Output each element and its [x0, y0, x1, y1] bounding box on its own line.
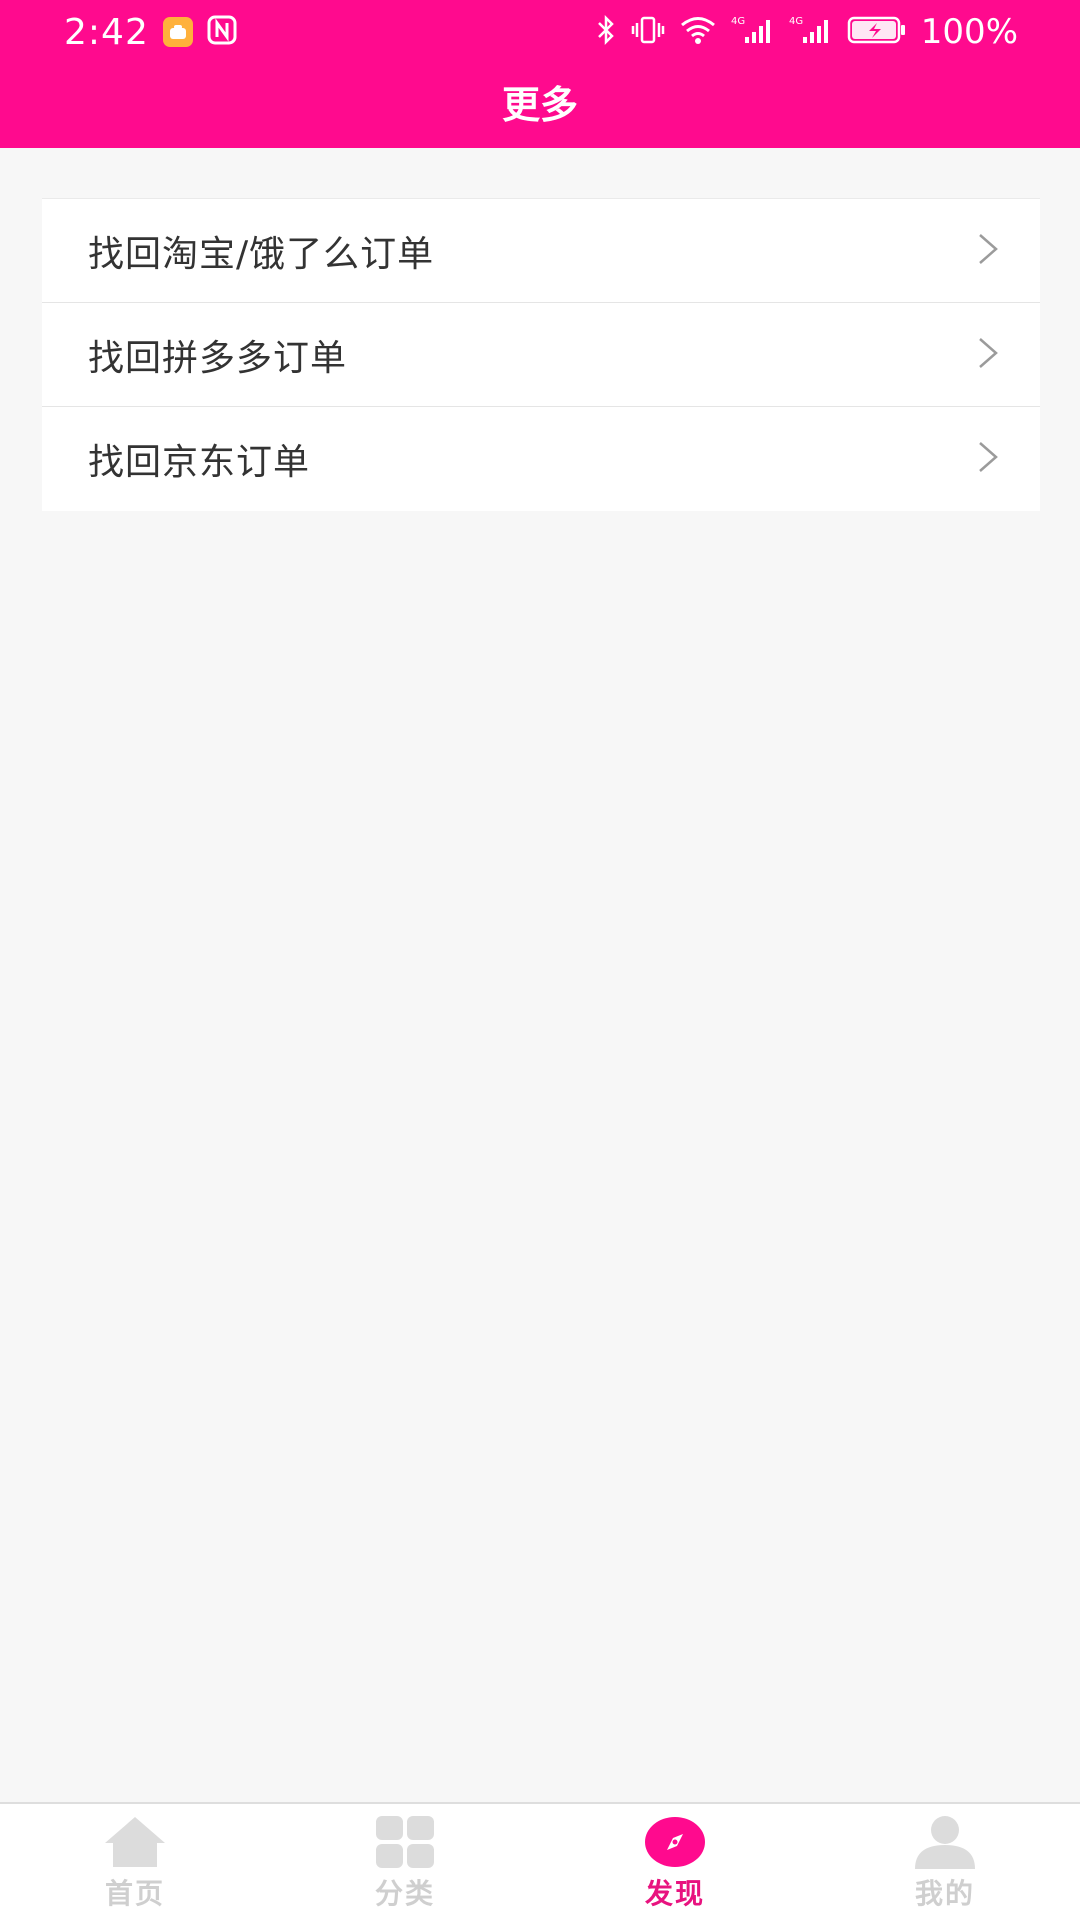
- tab-label: 分类: [374, 1877, 435, 1910]
- tab-mine[interactable]: 我的: [845, 1804, 1045, 1920]
- bottom-tab-bar: 首页 分类 发现 我的: [0, 1802, 1080, 1920]
- category-grid-icon: [372, 1814, 438, 1870]
- tab-label: 我的: [914, 1877, 975, 1910]
- chevron-right-icon: [976, 440, 1000, 478]
- chevron-right-icon: [976, 232, 1000, 270]
- signal-strength-icon-1: 4G: [731, 15, 775, 49]
- chevron-right-icon: [976, 336, 1000, 374]
- app-header: 2:42 4G 4G 100% 更多: [0, 0, 1080, 148]
- menu-item-label: 找回拼多多订单: [88, 337, 348, 379]
- menu-item-jd[interactable]: 找回京东订单: [42, 407, 1040, 511]
- tab-label: 首页: [104, 1877, 165, 1910]
- status-bar: 2:42 4G 4G 100%: [0, 0, 1080, 64]
- battery-charging-icon: [847, 15, 907, 49]
- menu-item-label: 找回京东订单: [88, 442, 311, 483]
- compass-icon: [642, 1814, 708, 1870]
- svg-text:4G: 4G: [789, 16, 803, 27]
- menu-item-pinduoduo[interactable]: 找回拼多多订单: [42, 303, 1040, 407]
- tab-discover[interactable]: 发现: [575, 1804, 775, 1920]
- status-time: 2:42: [64, 11, 149, 53]
- wifi-icon: [679, 15, 717, 49]
- tab-home[interactable]: 首页: [35, 1804, 235, 1920]
- bluetooth-icon: [595, 14, 617, 50]
- tab-label: 发现: [644, 1877, 705, 1910]
- tab-category[interactable]: 分类: [305, 1804, 505, 1920]
- person-icon: [912, 1814, 978, 1870]
- home-icon: [102, 1814, 168, 1870]
- svg-text:4G: 4G: [731, 16, 745, 27]
- vibrate-icon: [631, 15, 665, 49]
- notification-app-icon: [162, 17, 193, 47]
- battery-percentage: 100%: [920, 12, 1018, 52]
- menu-item-label: 找回淘宝/饿了么订单: [88, 233, 435, 275]
- order-recovery-menu: 找回淘宝/饿了么订单 找回拼多多订单 找回京东订单: [42, 198, 1040, 511]
- signal-strength-icon-2: 4G: [789, 15, 833, 49]
- page-title: 更多: [501, 83, 578, 127]
- menu-item-taobao-eleme[interactable]: 找回淘宝/饿了么订单: [42, 199, 1040, 303]
- nfc-icon: [207, 15, 237, 49]
